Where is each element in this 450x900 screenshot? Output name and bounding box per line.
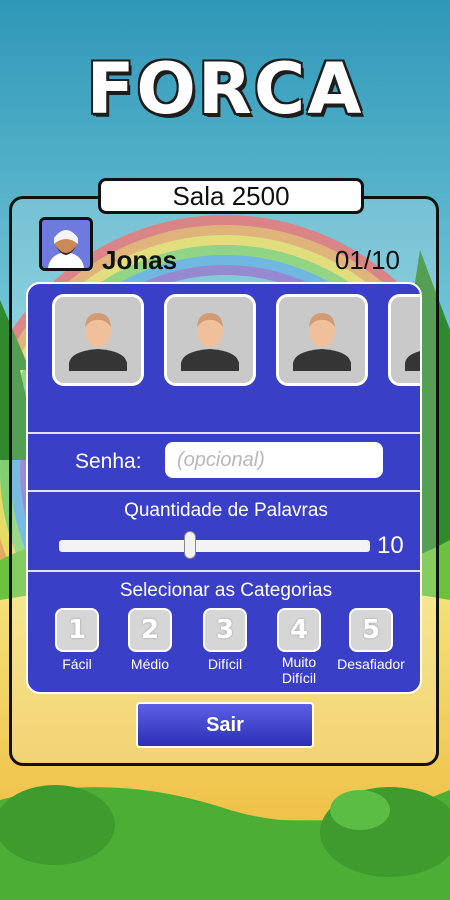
- category-button-3[interactable]: 3: [203, 608, 247, 652]
- player-slot[interactable]: [164, 294, 256, 386]
- player-slot[interactable]: [388, 294, 420, 386]
- categories-label: Selecionar as Categorias: [119, 580, 333, 601]
- word-count-value: 10: [377, 532, 404, 559]
- category-button-2[interactable]: 2: [128, 608, 172, 652]
- app-title: FORCA: [86, 48, 364, 130]
- player-slot[interactable]: [276, 294, 368, 386]
- exit-button[interactable]: Sair: [136, 702, 314, 748]
- player-portrait-icon: [42, 220, 90, 268]
- category-button-1[interactable]: 1: [55, 608, 99, 652]
- user-silhouette-icon: [405, 351, 420, 371]
- lobby-settings-panel: Senha: Quantidade de Palavras 10 Selecio…: [26, 282, 422, 694]
- password-label: Senha:: [75, 450, 142, 473]
- category-button-4[interactable]: 4: [277, 608, 321, 652]
- room-name: Sala 2500: [98, 178, 364, 214]
- divider: [28, 570, 420, 572]
- user-silhouette-icon: [69, 313, 127, 371]
- word-count-slider[interactable]: [59, 540, 370, 552]
- category-button-5[interactable]: 5: [349, 608, 393, 652]
- word-count-label: Quantidade de Palavras: [124, 500, 328, 521]
- player-count: 01/10: [334, 245, 400, 275]
- player-slot[interactable]: [52, 294, 144, 386]
- player-name: Jonas: [102, 245, 178, 275]
- slider-handle[interactable]: [183, 531, 196, 559]
- category-name-5: Desafiador: [337, 656, 405, 672]
- password-input[interactable]: [165, 442, 383, 478]
- divider: [28, 490, 420, 492]
- player-avatar: [39, 217, 93, 271]
- divider: [28, 432, 420, 434]
- user-silhouette-icon: [293, 313, 351, 371]
- user-silhouette-icon: [181, 313, 239, 371]
